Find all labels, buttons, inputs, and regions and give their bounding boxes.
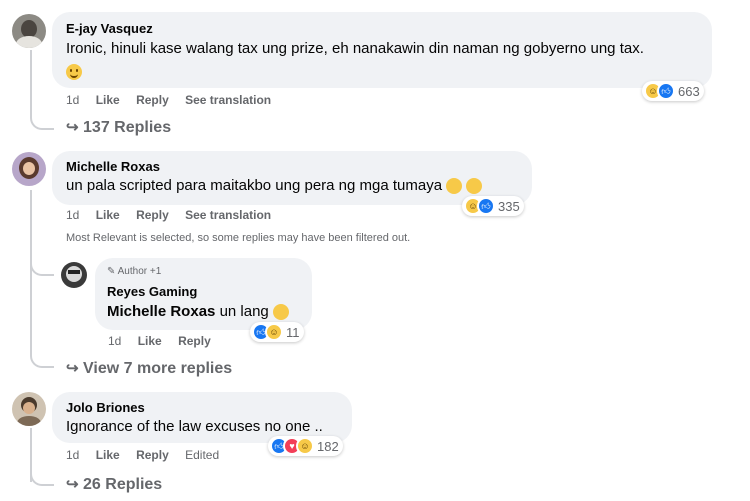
reply-arrow-icon: ↪ xyxy=(66,360,79,377)
see-translation-link[interactable]: See translation xyxy=(185,208,271,222)
thread-curve xyxy=(30,468,54,486)
laughing-emoji xyxy=(272,304,289,321)
edited-label: Edited xyxy=(185,448,220,462)
laughing-emoji xyxy=(446,178,463,195)
laughing-emoji xyxy=(466,178,483,195)
replies-label: 26 Replies xyxy=(83,476,163,493)
mention-link[interactable]: Michelle Roxas xyxy=(107,303,215,320)
comment-text-body: Ironic, hinuli kase walang tax ung prize… xyxy=(66,40,644,57)
comment-time[interactable]: 1d xyxy=(66,208,79,222)
avatar[interactable] xyxy=(12,392,46,426)
comment-time[interactable]: 1d xyxy=(66,448,79,462)
like-button[interactable]: Like xyxy=(96,208,120,222)
comment-text: un pala scripted para maitakbo ung pera … xyxy=(66,177,483,195)
reply-arrow-icon: ↪ xyxy=(66,119,79,136)
thread-curve xyxy=(30,258,54,276)
comment-author[interactable]: E-jay Vasquez xyxy=(66,21,153,36)
comment-text-body: un pala scripted para maitakbo ung pera … xyxy=(66,177,443,194)
comment-actions: 1d Like Reply See translation xyxy=(66,93,284,107)
thread-curve xyxy=(30,112,54,130)
haha-icon: ☺ xyxy=(265,323,283,341)
smile-emoji xyxy=(66,64,82,80)
like-icon: 👍︎ xyxy=(477,197,495,215)
reply-text-body: un lang xyxy=(219,303,269,320)
view-replies-button[interactable]: ↪ 137 Replies xyxy=(66,118,171,137)
reply-actions: 1d Like Reply xyxy=(108,334,224,348)
filter-note: Most Relevant is selected, so some repli… xyxy=(66,232,411,244)
reply-author[interactable]: Reyes Gaming xyxy=(107,284,197,299)
haha-icon: ☺ xyxy=(296,437,314,455)
reaction-summary[interactable]: 👍︎ ♥ ☺ 182 xyxy=(268,436,343,456)
reply-arrow-icon: ↪ xyxy=(66,476,79,493)
like-button[interactable]: Like xyxy=(138,334,162,348)
reply-button[interactable]: Reply xyxy=(136,448,169,462)
replies-label: View 7 more replies xyxy=(83,360,233,377)
comment-time[interactable]: 1d xyxy=(66,93,79,107)
comment-actions: 1d Like Reply Edited xyxy=(66,448,232,462)
reply-button[interactable]: Reply xyxy=(136,208,169,222)
author-badge-label: Author +1 xyxy=(117,266,162,277)
comment-author[interactable]: Jolo Briones xyxy=(66,400,145,415)
avatar[interactable] xyxy=(61,262,87,288)
avatar[interactable] xyxy=(12,14,46,48)
see-translation-link[interactable]: See translation xyxy=(185,93,271,107)
reaction-summary[interactable]: ☺ 👍︎ 335 xyxy=(462,196,524,216)
reaction-count: 182 xyxy=(317,438,339,454)
reaction-count: 663 xyxy=(678,83,700,99)
view-more-replies-button[interactable]: ↪ View 7 more replies xyxy=(66,359,232,378)
like-icon: 👍︎ xyxy=(657,82,675,100)
reply-text: Michelle Roxas un lang xyxy=(107,303,289,321)
replies-label: 137 Replies xyxy=(83,119,172,136)
comment-text: Ignorance of the law excuses no one .. xyxy=(66,418,323,435)
comment-author[interactable]: Michelle Roxas xyxy=(66,159,160,174)
thread-line xyxy=(30,50,32,112)
reaction-summary[interactable]: 👍︎ ☺ 11 xyxy=(250,322,304,342)
comment-text-body: Ignorance of the law excuses no one .. xyxy=(66,418,323,435)
comment-actions: 1d Like Reply See translation xyxy=(66,208,284,222)
like-button[interactable]: Like xyxy=(96,448,120,462)
reply-time[interactable]: 1d xyxy=(108,334,121,348)
author-badge: ✎ Author +1 xyxy=(107,266,161,277)
avatar[interactable] xyxy=(12,152,46,186)
view-replies-button[interactable]: ↪ 26 Replies xyxy=(66,475,162,494)
reply-button[interactable]: Reply xyxy=(178,334,211,348)
reaction-count: 11 xyxy=(286,324,300,340)
like-button[interactable]: Like xyxy=(96,93,120,107)
reaction-summary[interactable]: ☺ 👍︎ 663 xyxy=(642,81,704,101)
reply-button[interactable]: Reply xyxy=(136,93,169,107)
pencil-icon: ✎ xyxy=(107,266,116,277)
reaction-count: 335 xyxy=(498,198,520,214)
comment-text: Ironic, hinuli kase walang tax ung prize… xyxy=(66,40,644,57)
thread-curve xyxy=(30,350,54,368)
